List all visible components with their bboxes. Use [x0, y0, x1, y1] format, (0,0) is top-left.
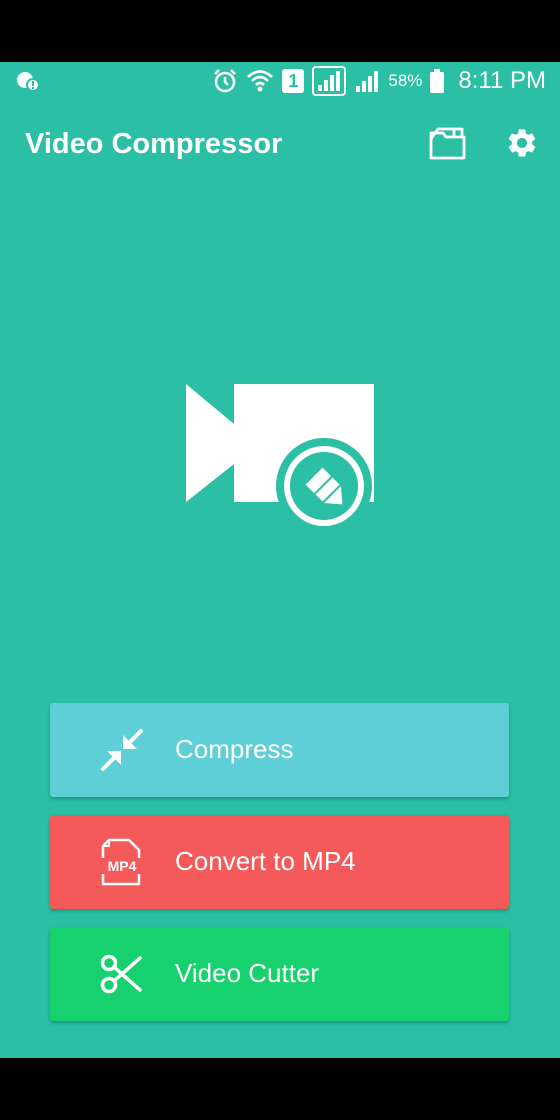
- signal-icon-2: [354, 68, 380, 94]
- mp4-file-icon: MP4: [98, 837, 146, 887]
- notification-icon: [16, 70, 40, 92]
- scissors-icon: [98, 949, 146, 999]
- clock: 8:11 PM: [458, 67, 546, 94]
- alarm-icon: [212, 68, 238, 94]
- battery-percent: 58%: [388, 71, 423, 90]
- settings-icon: [505, 126, 539, 165]
- status-bar: 1 58% 8:11 PM: [0, 62, 560, 100]
- bottom-letterbox: [0, 1058, 560, 1120]
- signal-icon: [312, 66, 347, 96]
- compress-label: Compress: [175, 734, 294, 764]
- video-edit-icon: [182, 378, 382, 538]
- mp4-icon-text: MP4: [108, 858, 137, 874]
- video-cutter-button[interactable]: Video Cutter: [50, 927, 509, 1021]
- compress-arrows-icon: [98, 725, 146, 775]
- top-letterbox: [0, 0, 560, 62]
- battery-icon: [430, 69, 445, 93]
- status-icons: 1 58% 8:11 PM: [212, 66, 546, 96]
- wifi-icon: [246, 68, 274, 94]
- app-title: Video Compressor: [25, 128, 283, 160]
- settings-button[interactable]: [498, 122, 546, 168]
- convert-to-mp4-button[interactable]: MP4 Convert to MP4: [50, 815, 509, 909]
- app-bar: Video Compressor: [0, 100, 560, 190]
- compress-button[interactable]: Compress: [50, 703, 509, 797]
- sim-icon: 1: [282, 69, 305, 93]
- video-cutter-label: Video Cutter: [175, 958, 320, 988]
- convert-to-mp4-label: Convert to MP4: [175, 846, 356, 876]
- app-screen: 1 58% 8:11 PM Video Compressor Compress …: [0, 62, 560, 1058]
- open-folder-button[interactable]: [424, 122, 472, 168]
- folder-icon: [428, 125, 468, 166]
